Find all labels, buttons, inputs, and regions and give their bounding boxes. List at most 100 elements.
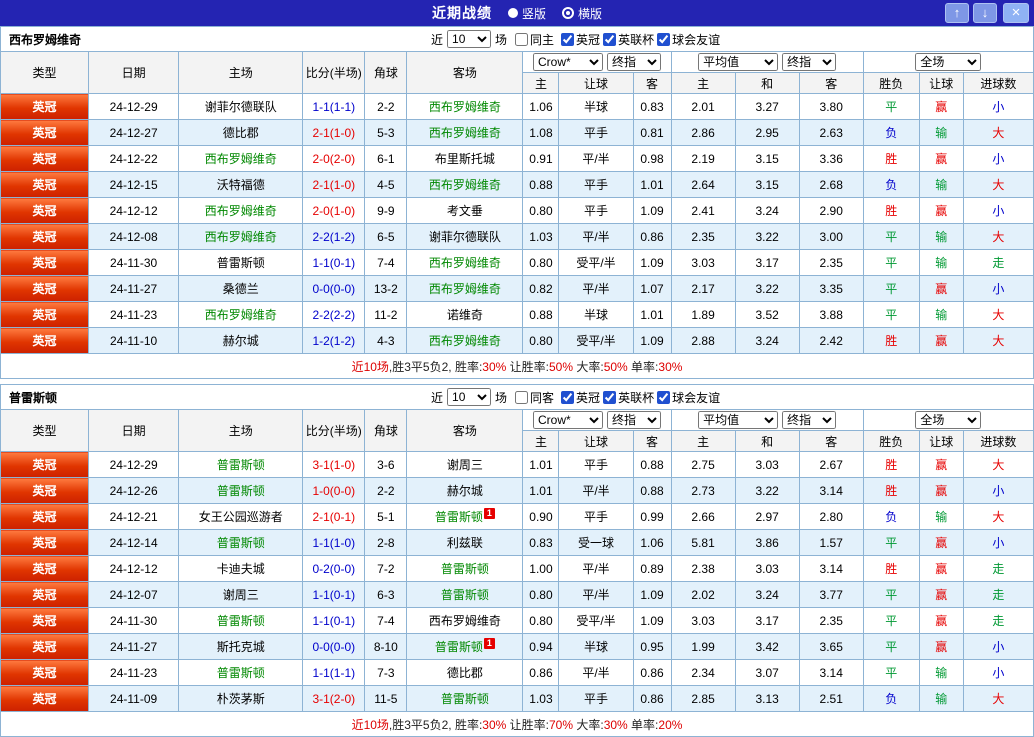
- euro-draw-odds: 3.42: [734, 633, 800, 660]
- euro-draw-odds: 3.03: [734, 451, 800, 478]
- result-goals: 小: [962, 477, 1034, 504]
- euro-avg-select[interactable]: 平均值: [698, 411, 779, 429]
- league-filter[interactable]: 球会友谊: [657, 31, 720, 48]
- scope-select[interactable]: 全场: [915, 411, 982, 429]
- euro-home-odds: 2.86: [670, 119, 736, 146]
- result-handicap: 输: [918, 659, 964, 686]
- match-score: 1-1(1-0): [302, 529, 366, 556]
- league-filter[interactable]: 英联杯: [603, 31, 654, 48]
- match-row: 英冠 24-12-22 西布罗姆维奇 2-0(2-0) 6-1 布里斯托城 0.91 平/半 0…: [0, 145, 1034, 172]
- euro-draw-odds: 3.22: [734, 275, 800, 302]
- bookmaker-select[interactable]: Crow*: [533, 411, 603, 429]
- match-row: 英冠 24-12-26 普雷斯顿 1-0(0-0) 2-2 赫尔城 1.01 平/半 0.88 2…: [0, 477, 1034, 504]
- result-wdl: 平: [862, 301, 920, 328]
- red-card-badge: 1: [483, 638, 495, 649]
- match-count-select[interactable]: 10: [447, 388, 492, 406]
- col-header-euro-away: 客: [798, 430, 864, 452]
- close-button[interactable]: ×: [1003, 3, 1029, 23]
- odds-stage-select[interactable]: 终指: [607, 411, 661, 429]
- result-wdl: 负: [862, 119, 920, 146]
- euro-draw-odds: 3.24: [734, 327, 800, 354]
- col-header-asian-home: 主: [522, 72, 560, 94]
- euro-stage-select[interactable]: 终指: [782, 411, 837, 429]
- asian-home-odds: 0.80: [522, 249, 560, 276]
- asian-away-odds: 1.09: [632, 581, 672, 608]
- match-score: 2-0(1-0): [302, 197, 366, 224]
- col-header-euro-draw: 和: [734, 72, 800, 94]
- league-filter[interactable]: 英联杯: [603, 389, 654, 406]
- league-checkbox[interactable]: [561, 32, 575, 46]
- col-header-type: 类型: [0, 409, 90, 452]
- league-checkbox[interactable]: [657, 32, 671, 46]
- match-row: 英冠 24-11-23 普雷斯顿 1-1(1-1) 7-3 德比郡 0.86 平/半 0.86 2…: [0, 659, 1034, 686]
- corner-score: 7-4: [364, 249, 408, 276]
- result-handicap: 赢: [918, 555, 964, 582]
- league-filter[interactable]: 英冠: [561, 389, 600, 406]
- team-link: 普雷斯顿: [216, 666, 265, 680]
- asian-home-odds: 0.83: [522, 529, 560, 556]
- match-date: 24-11-27: [88, 275, 180, 302]
- away-team: 谢周三: [406, 451, 524, 478]
- layout-radio[interactable]: 横版: [562, 5, 602, 22]
- result-wdl: 负: [862, 503, 920, 530]
- col-header-asian-line: 让球: [558, 72, 634, 94]
- league-filter[interactable]: 英冠: [561, 31, 600, 48]
- euro-away-odds: 3.00: [798, 223, 864, 250]
- league-checkbox[interactable]: [603, 390, 617, 404]
- radio-label: 竖版: [521, 6, 546, 21]
- league-badge: 英冠: [0, 145, 90, 172]
- euro-draw-odds: 3.24: [734, 581, 800, 608]
- col-header-score: 比分(半场): [302, 409, 366, 452]
- result-wdl: 平: [862, 249, 920, 276]
- asian-home-odds: 0.80: [522, 197, 560, 224]
- col-header-corner: 角球: [364, 409, 408, 452]
- result-handicap: 赢: [918, 451, 964, 478]
- match-date: 24-11-23: [88, 301, 180, 328]
- asian-handicap: 受平/半: [558, 607, 634, 634]
- euro-draw-odds: 2.97: [734, 503, 800, 530]
- scroll-down-button[interactable]: ↓: [973, 3, 997, 23]
- league-badge: 英冠: [0, 119, 90, 146]
- result-goals: 大: [962, 503, 1034, 530]
- league-filter[interactable]: 球会友谊: [657, 389, 720, 406]
- euro-draw-odds: 3.17: [734, 607, 800, 634]
- odds-stage-select[interactable]: 终指: [607, 53, 661, 71]
- asian-handicap: 平/半: [558, 581, 634, 608]
- euro-draw-odds: 3.22: [734, 223, 800, 250]
- layout-radio[interactable]: 竖版: [507, 5, 546, 22]
- bookmaker-select[interactable]: Crow*: [533, 53, 603, 71]
- asian-away-odds: 1.09: [632, 327, 672, 354]
- euro-avg-select[interactable]: 平均值: [698, 53, 779, 71]
- col-header-away: 客场: [406, 51, 524, 94]
- league-badge: 英冠: [0, 555, 90, 582]
- same-venue-filter[interactable]: 同主: [515, 31, 554, 48]
- scope-select[interactable]: 全场: [915, 53, 982, 71]
- league-checkbox[interactable]: [657, 390, 671, 404]
- match-count-select[interactable]: 10: [447, 30, 492, 48]
- league-badge: 英冠: [0, 171, 90, 198]
- match-row: 英冠 24-11-27 桑德兰 0-0(0-0) 13-2 西布罗姆维奇 0.82 平/半 1.…: [0, 275, 1034, 302]
- asian-away-odds: 0.88: [632, 477, 672, 504]
- home-team: 普雷斯顿: [178, 607, 304, 634]
- col-header-date: 日期: [88, 51, 180, 94]
- team-link: 诺维奇: [446, 308, 483, 322]
- col-header-wdl: 胜负: [862, 430, 920, 452]
- euro-stage-select[interactable]: 终指: [782, 53, 837, 71]
- league-badge: 英冠: [0, 503, 90, 530]
- same-venue-checkbox[interactable]: [515, 32, 529, 46]
- home-team: 朴茨茅斯: [178, 685, 304, 712]
- result-goals: 小: [962, 529, 1034, 556]
- same-venue-filter[interactable]: 同客: [515, 389, 554, 406]
- euro-away-odds: 3.14: [798, 555, 864, 582]
- result-goals: 走: [962, 555, 1034, 582]
- euro-away-odds: 2.35: [798, 249, 864, 276]
- result-goals: 小: [962, 145, 1034, 172]
- scroll-up-button[interactable]: ↑: [945, 3, 969, 23]
- asian-home-odds: 1.06: [522, 93, 560, 120]
- league-badge: 英冠: [0, 685, 90, 712]
- league-checkbox[interactable]: [603, 32, 617, 46]
- league-checkbox[interactable]: [561, 390, 575, 404]
- league-badge: 英冠: [0, 477, 90, 504]
- match-date: 24-12-29: [88, 451, 180, 478]
- same-venue-checkbox[interactable]: [515, 390, 529, 404]
